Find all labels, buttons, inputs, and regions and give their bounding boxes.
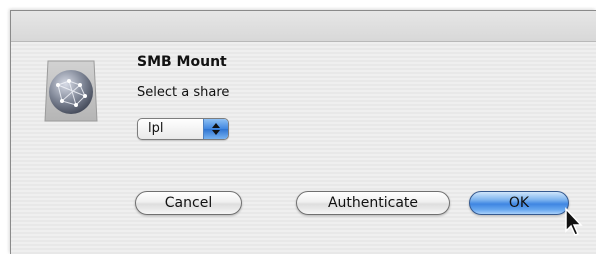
popup-arrows-icon xyxy=(203,119,228,139)
smb-mount-dialog xyxy=(10,10,596,254)
dialog-title: SMB Mount xyxy=(137,54,227,70)
dialog-message: Select a share xyxy=(137,85,230,100)
network-globe-icon xyxy=(42,55,100,125)
dialog-titlebar xyxy=(11,11,596,42)
ok-button[interactable]: OK xyxy=(469,191,569,215)
share-select[interactable]: lpl xyxy=(137,118,229,140)
cancel-button[interactable]: Cancel xyxy=(135,191,242,215)
authenticate-button[interactable]: Authenticate xyxy=(296,191,450,215)
mouse-pointer-icon xyxy=(562,207,584,239)
share-select-value: lpl xyxy=(148,121,164,136)
